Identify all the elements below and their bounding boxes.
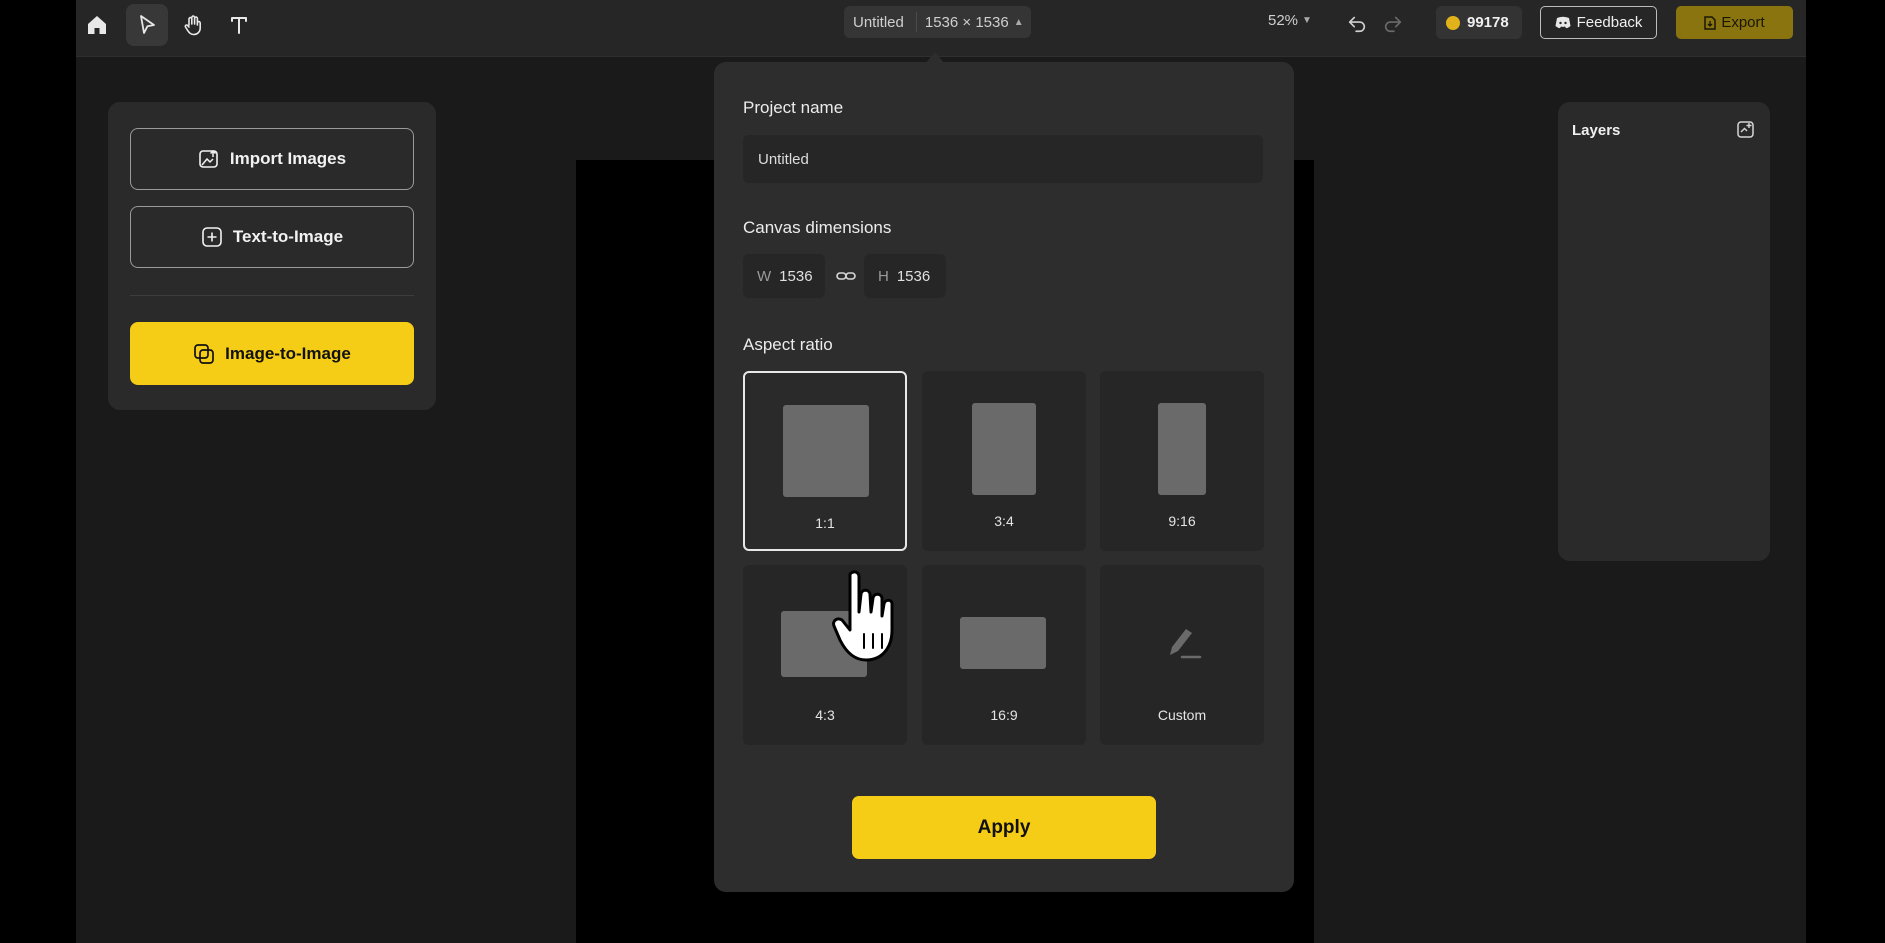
height-input[interactable]: H 1536 [864, 254, 946, 298]
coin-icon [1446, 15, 1460, 30]
image-to-image-button[interactable]: Image-to-Image [130, 322, 414, 385]
image-upload-icon [199, 149, 218, 168]
import-images-label: Import Images [229, 149, 347, 168]
hand-icon [184, 15, 201, 36]
feedback-label: Feedback [1576, 14, 1643, 31]
discord-icon [1555, 16, 1571, 29]
ratio-preview [1158, 403, 1206, 495]
canvas-settings-dialog: Project name Canvas dimensions W 1536 H … [714, 62, 1294, 892]
redo-icon[interactable] [1382, 12, 1404, 34]
height-key: H [878, 267, 889, 285]
create-panel: Import Images Text-to-Image Image-to-Ima… [108, 102, 436, 410]
width-input[interactable]: W 1536 [743, 254, 825, 298]
width-value: 1536 [779, 267, 813, 285]
text-to-image-label: Text-to-Image [232, 227, 344, 246]
add-layer-icon[interactable] [1736, 120, 1756, 140]
aspect-ratio-label: Aspect ratio [743, 335, 833, 354]
apply-button[interactable]: Apply [852, 796, 1156, 859]
project-name-label: Project name [743, 98, 844, 117]
ratio-option-custom[interactable]: Custom [1100, 565, 1264, 745]
title-divider [915, 12, 917, 32]
project-title: Untitled [853, 13, 904, 31]
hand-tool-button[interactable] [172, 4, 214, 46]
ratio-preview [783, 405, 869, 497]
feedback-button[interactable]: Feedback [1540, 6, 1657, 39]
apply-label: Apply [977, 816, 1031, 838]
ratio-option-1-1[interactable]: 1:1 [743, 371, 907, 551]
chevron-down-icon: ▼ [1302, 15, 1312, 26]
width-key: W [757, 267, 772, 285]
ratio-label: 9:16 [1168, 513, 1196, 529]
canvas-dimensions-label: Canvas dimensions [743, 218, 892, 237]
export-button[interactable]: Export [1676, 6, 1793, 39]
select-tool-button[interactable] [126, 4, 168, 46]
home-icon [88, 16, 106, 34]
image-to-image-label: Image-to-Image [225, 343, 351, 363]
home-button[interactable] [76, 4, 118, 46]
layers-stack-icon [194, 343, 215, 364]
text-to-image-button[interactable]: Text-to-Image [130, 206, 414, 268]
chevron-up-icon: ▲ [1013, 16, 1024, 28]
zoom-dropdown[interactable]: 52% ▼ [1268, 12, 1312, 29]
import-images-button[interactable]: Import Images [130, 128, 414, 190]
undo-icon[interactable] [1346, 12, 1368, 34]
credits-badge[interactable]: 99178 [1436, 6, 1522, 39]
hand-pointer-cursor-icon [832, 570, 894, 662]
project-name-input[interactable] [743, 135, 1263, 183]
export-label: Export [1721, 14, 1765, 31]
ratio-label: 1:1 [815, 515, 835, 531]
export-icon [1704, 15, 1717, 30]
top-toolbar: Untitled 1536 × 1536 ▲ 52% ▼ 99178 Feedb… [76, 0, 1806, 57]
ratio-preview [972, 403, 1036, 495]
project-dimensions: 1536 × 1536 [924, 13, 1009, 31]
project-title-dropdown[interactable]: Untitled 1536 × 1536 ▲ [844, 6, 1031, 38]
zoom-level: 52% [1268, 12, 1299, 29]
ratio-preview [960, 617, 1046, 669]
app-window: Untitled 1536 × 1536 ▲ 52% ▼ 99178 Feedb… [76, 0, 1806, 943]
ratio-label: 3:4 [994, 513, 1014, 529]
select-icon [140, 15, 155, 34]
ratio-label: 16:9 [990, 707, 1018, 723]
text-icon [231, 17, 247, 34]
add-box-icon [202, 227, 222, 247]
link-ratio-icon[interactable] [836, 268, 856, 284]
pencil-icon [1170, 629, 1202, 659]
panel-divider [130, 295, 414, 296]
text-tool-button[interactable] [218, 4, 260, 46]
ratio-option-3-4[interactable]: 3:4 [922, 371, 1086, 551]
layers-panel: Layers [1558, 102, 1770, 561]
ratio-label: Custom [1157, 707, 1207, 723]
layers-title: Layers [1572, 122, 1621, 139]
ratio-option-16-9[interactable]: 16:9 [922, 565, 1086, 745]
ratio-option-9-16[interactable]: 9:16 [1100, 371, 1264, 551]
ratio-label: 4:3 [815, 707, 835, 723]
credits-count: 99178 [1467, 14, 1509, 31]
height-value: 1536 [896, 267, 931, 285]
